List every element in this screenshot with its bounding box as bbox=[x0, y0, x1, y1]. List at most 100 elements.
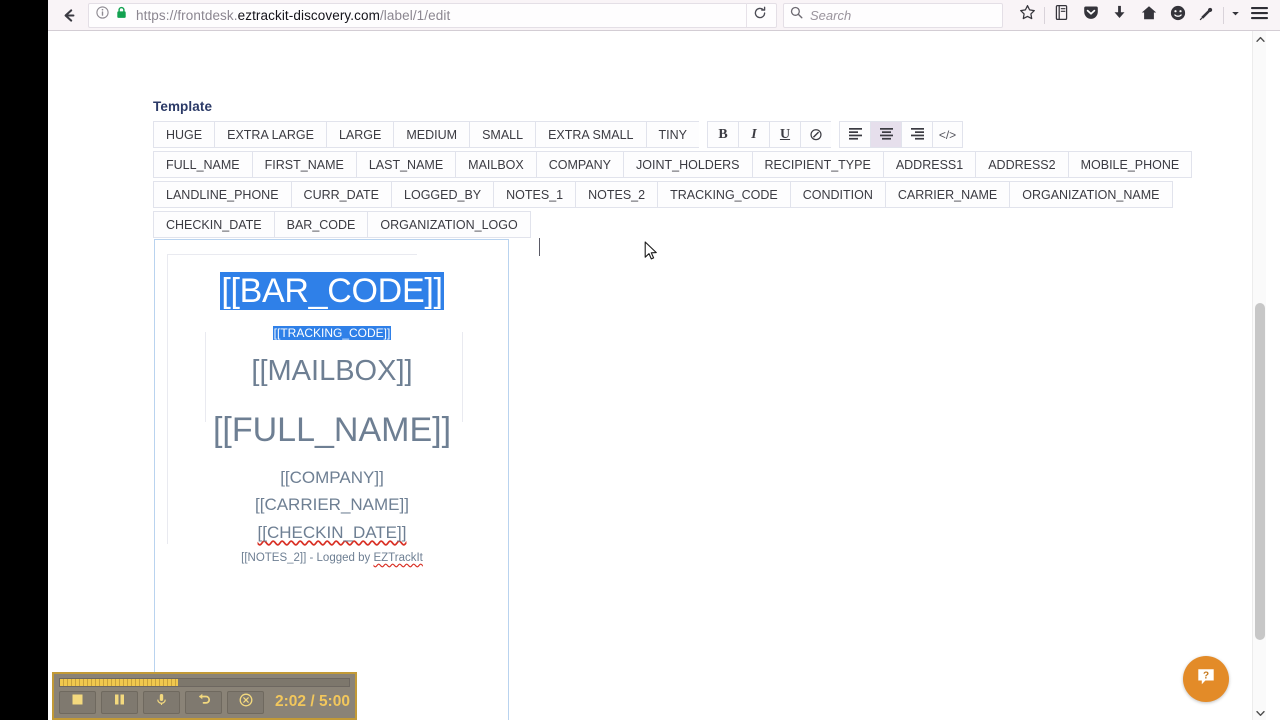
label-field-full-name[interactable]: [[FULL_NAME]] bbox=[167, 411, 497, 450]
label-field-checkin-date-text: [[CHECKIN_DATE]] bbox=[257, 523, 407, 542]
field-button-notes-2[interactable]: NOTES_2 bbox=[575, 181, 658, 208]
label-field-tracking-code-text: [[TRACKING_CODE]] bbox=[272, 326, 392, 340]
text-caret bbox=[539, 238, 540, 256]
toolbar-row-fields-3: CHECKIN_DATE BAR_CODE ORGANIZATION_LOGO bbox=[153, 211, 531, 238]
padlock-icon bbox=[116, 6, 127, 24]
scroll-up-button[interactable] bbox=[1253, 31, 1267, 46]
toolbar-divider bbox=[1044, 6, 1045, 24]
label-field-company[interactable]: [[COMPANY]] bbox=[167, 468, 497, 488]
page-title: Template bbox=[153, 99, 213, 114]
page-info-icon[interactable] bbox=[96, 6, 109, 24]
account-smiley-icon bbox=[1169, 4, 1187, 27]
size-button-medium[interactable]: MEDIUM bbox=[393, 121, 470, 148]
size-button-small[interactable]: SMALL bbox=[469, 121, 536, 148]
field-button-carrier-name[interactable]: CARRIER_NAME bbox=[884, 181, 1010, 208]
source-code-button[interactable]: </> bbox=[932, 121, 963, 148]
size-button-tiny[interactable]: TINY bbox=[645, 121, 699, 148]
label-field-bar-code[interactable]: [[BAR_CODE]] bbox=[167, 272, 497, 311]
pause-recording-button[interactable] bbox=[101, 690, 138, 714]
underline-button[interactable]: U bbox=[769, 121, 800, 148]
label-field-checkin-date[interactable]: [[CHECKIN_DATE]] bbox=[167, 523, 497, 543]
home-icon bbox=[1140, 4, 1158, 27]
browser-viewport: Template HUGE EXTRA LARGE LARGE MEDIUM S… bbox=[48, 31, 1280, 720]
field-button-condition[interactable]: CONDITION bbox=[789, 181, 885, 208]
field-button-mailbox[interactable]: MAILBOX bbox=[455, 151, 536, 178]
size-button-extra-large[interactable]: EXTRA LARGE bbox=[214, 121, 326, 148]
field-button-curr-date[interactable]: CURR_DATE bbox=[290, 181, 392, 208]
reload-button[interactable] bbox=[746, 3, 772, 27]
align-right-button[interactable] bbox=[901, 121, 932, 148]
home-button[interactable] bbox=[1134, 2, 1163, 28]
downloads-button[interactable] bbox=[1105, 2, 1134, 28]
size-button-large[interactable]: LARGE bbox=[325, 121, 394, 148]
reload-icon bbox=[753, 6, 767, 25]
back-button[interactable] bbox=[56, 2, 82, 28]
browser-toolbar-icons bbox=[1013, 2, 1274, 28]
extension-button[interactable] bbox=[1192, 2, 1221, 28]
field-button-logged-by[interactable]: LOGGED_BY bbox=[391, 181, 494, 208]
bookmark-star-button[interactable] bbox=[1013, 2, 1042, 28]
size-button-extra-small[interactable]: EXTRA SMALL bbox=[535, 121, 646, 148]
microphone-button[interactable] bbox=[143, 690, 180, 714]
label-template-editor[interactable]: [[BAR_CODE]] [[TRACKING_CODE]] [[MAILBOX… bbox=[154, 239, 509, 720]
clear-format-button[interactable]: ⊘ bbox=[800, 121, 831, 148]
pocket-icon bbox=[1082, 4, 1100, 27]
stop-recording-button[interactable] bbox=[59, 690, 96, 714]
field-button-first-name[interactable]: FIRST_NAME bbox=[251, 151, 356, 178]
table-cell-border bbox=[167, 254, 417, 255]
hamburger-menu-icon bbox=[1250, 5, 1269, 26]
field-button-landline-phone[interactable]: LANDLINE_PHONE bbox=[153, 181, 291, 208]
search-bar[interactable]: Search bbox=[783, 2, 1003, 28]
field-button-joint-holders[interactable]: JOINT_HOLDERS bbox=[623, 151, 752, 178]
cancel-circle-icon bbox=[238, 692, 254, 713]
scroll-down-arrow-icon bbox=[1255, 704, 1265, 720]
library-button[interactable] bbox=[1047, 2, 1076, 28]
field-button-bar-code[interactable]: BAR_CODE bbox=[273, 211, 368, 238]
restart-recording-button[interactable] bbox=[185, 690, 222, 714]
vertical-scrollbar[interactable] bbox=[1252, 31, 1266, 720]
field-button-company[interactable]: COMPANY bbox=[535, 151, 624, 178]
scroll-down-button[interactable] bbox=[1253, 705, 1267, 720]
toolbar-gap-2 bbox=[831, 121, 839, 148]
url-bar[interactable]: https://frontdesk.eztrackit-discovery.co… bbox=[88, 2, 777, 28]
app-menu-button[interactable] bbox=[1244, 2, 1274, 28]
undo-arrow-icon bbox=[196, 692, 212, 712]
italic-button[interactable]: I bbox=[738, 121, 769, 148]
account-button[interactable] bbox=[1163, 2, 1192, 28]
recording-progress-bar bbox=[59, 678, 350, 687]
label-field-tracking-code[interactable]: [[TRACKING_CODE]] bbox=[167, 326, 497, 340]
size-button-huge[interactable]: HUGE bbox=[153, 121, 215, 148]
bold-button[interactable]: B bbox=[707, 121, 738, 148]
field-button-address2[interactable]: ADDRESS2 bbox=[975, 151, 1068, 178]
label-field-brand-text: EZTrackIt bbox=[373, 552, 423, 564]
label-field-mailbox[interactable]: [[MAILBOX]] bbox=[167, 355, 497, 388]
browser-toolbar: https://frontdesk.eztrackit-discovery.co… bbox=[48, 0, 1280, 31]
pocket-button[interactable] bbox=[1076, 2, 1105, 28]
library-icon bbox=[1053, 4, 1070, 26]
toolbar-row-fields-1: FULL_NAME FIRST_NAME LAST_NAME MAILBOX C… bbox=[153, 151, 1193, 178]
align-right-icon bbox=[910, 127, 925, 143]
scrollbar-thumb[interactable] bbox=[1255, 303, 1265, 640]
label-field-carrier-name[interactable]: [[CARRIER_NAME]] bbox=[167, 495, 497, 515]
field-button-mobile-phone[interactable]: MOBILE_PHONE bbox=[1067, 151, 1193, 178]
align-center-button[interactable] bbox=[870, 121, 901, 148]
help-button[interactable]: ? bbox=[1183, 656, 1229, 702]
field-button-notes-1[interactable]: NOTES_1 bbox=[493, 181, 576, 208]
field-button-full-name[interactable]: FULL_NAME bbox=[153, 151, 252, 178]
bookmark-star-icon bbox=[1019, 4, 1036, 26]
field-button-recipient-type[interactable]: RECIPIENT_TYPE bbox=[751, 151, 883, 178]
cancel-recording-button[interactable] bbox=[227, 690, 264, 714]
overflow-button[interactable] bbox=[1226, 2, 1244, 28]
align-center-icon bbox=[879, 127, 894, 143]
align-left-button[interactable] bbox=[839, 121, 870, 148]
field-button-address1[interactable]: ADDRESS1 bbox=[882, 151, 976, 178]
field-button-tracking-code[interactable]: TRACKING_CODE bbox=[657, 181, 790, 208]
label-field-notes[interactable]: [[NOTES_2]] - Logged by EZTrackIt bbox=[167, 552, 497, 564]
field-button-checkin-date[interactable]: CHECKIN_DATE bbox=[153, 211, 274, 238]
back-arrow-icon bbox=[61, 7, 78, 24]
field-button-organization-name[interactable]: ORGANIZATION_NAME bbox=[1009, 181, 1173, 208]
field-button-last-name[interactable]: LAST_NAME bbox=[355, 151, 456, 178]
search-input[interactable]: Search bbox=[810, 8, 851, 23]
field-button-organization-logo[interactable]: ORGANIZATION_LOGO bbox=[367, 211, 531, 238]
pause-icon bbox=[112, 692, 127, 712]
